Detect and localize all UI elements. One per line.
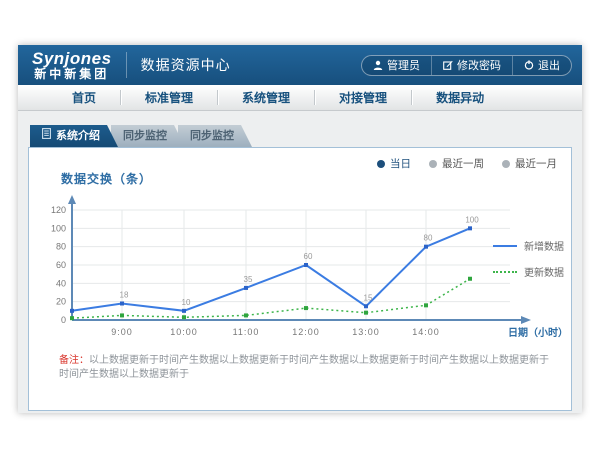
tab-bar: 系统介绍 同步监控 同步监控 — [30, 125, 572, 147]
nav-item-system-mgmt[interactable]: 系统管理 — [218, 85, 314, 110]
x-axis-title: 日期（小时） — [508, 326, 568, 339]
logo-company: 新中新集团 — [34, 68, 109, 81]
svg-text:0: 0 — [61, 315, 66, 325]
radio-dot-icon — [429, 160, 437, 168]
content-area: 系统介绍 同步监控 同步监控 当日 最近一周 最近一月 数据交 — [18, 111, 582, 413]
range-option-last-month-label: 最近一月 — [515, 156, 557, 171]
nav-item-home[interactable]: 首页 — [48, 85, 120, 110]
user-menu-change-password-label: 修改密码 — [457, 57, 501, 73]
range-option-today[interactable]: 当日 — [377, 156, 411, 171]
chart-grid — [72, 210, 510, 320]
main-nav: 首页 标准管理 系统管理 对接管理 数据异动 — [18, 85, 582, 111]
svg-text:9:00: 9:00 — [111, 327, 133, 337]
svg-text:100: 100 — [51, 223, 66, 233]
range-option-last-week-label: 最近一周 — [442, 156, 484, 171]
document-icon — [42, 125, 51, 147]
user-menu-change-password[interactable]: 修改密码 — [431, 56, 512, 75]
green-dotted-swatch-icon — [493, 271, 517, 273]
svg-text:40: 40 — [56, 278, 66, 288]
page-title: 数据资源中心 — [141, 55, 231, 75]
user-menu-logout-label: 退出 — [538, 57, 560, 73]
svg-text:20: 20 — [56, 297, 66, 307]
user-menu-logout[interactable]: 退出 — [512, 56, 571, 75]
legend-item-updated-data: 更新数据 — [493, 264, 564, 279]
logo: Synjones 新中新集团 — [32, 50, 112, 80]
app-window: Synjones 新中新集团 数据资源中心 管理员 修改密码 — [18, 45, 582, 413]
user-icon — [373, 60, 383, 70]
footer-note: 备注：以上数据更新于时间产生数据以上数据更新于时间产生数据以上数据更新于时间产生… — [59, 354, 551, 382]
tab-sync-monitor-2[interactable]: 同步监控 — [178, 125, 252, 147]
y-axis-tick-labels: 0 20 40 60 80 100 120 — [51, 205, 66, 325]
svg-text:10: 10 — [182, 298, 191, 307]
range-option-last-week[interactable]: 最近一周 — [429, 156, 484, 171]
x-axis-tick-labels: 9:00 10:00 11:00 12:00 13:00 14:00 — [111, 327, 440, 337]
svg-text:15: 15 — [364, 293, 373, 302]
chart-legend: 新增数据 更新数据 — [493, 238, 564, 279]
svg-text:13:00: 13:00 — [352, 327, 380, 337]
nav-item-data-change[interactable]: 数据异动 — [412, 85, 508, 110]
power-icon — [524, 60, 534, 70]
svg-text:80: 80 — [56, 242, 66, 252]
range-option-last-month[interactable]: 最近一月 — [502, 156, 557, 171]
tab-sync-monitor-1[interactable]: 同步监控 — [111, 125, 185, 147]
blue-line-swatch-icon — [493, 245, 517, 247]
svg-text:12:00: 12:00 — [292, 327, 320, 337]
footer-note-label: 备注： — [59, 355, 89, 366]
legend-updated-data-label: 更新数据 — [524, 264, 564, 279]
svg-text:11:00: 11:00 — [233, 327, 260, 337]
line-chart: 0 20 40 60 80 100 120 9:00 10:00 11:00 12:00 13:00 1… — [30, 188, 570, 346]
footer-note-text: 以上数据更新于时间产生数据以上数据更新于时间产生数据以上数据更新于时间产生数据以… — [59, 355, 549, 380]
radio-dot-icon — [377, 160, 385, 168]
svg-text:18: 18 — [120, 291, 129, 300]
legend-item-new-data: 新增数据 — [493, 238, 564, 253]
logo-brand: Synjones — [32, 50, 112, 68]
svg-text:10:00: 10:00 — [170, 327, 198, 337]
tab-system-intro-label: 系统介绍 — [56, 125, 100, 147]
range-option-today-label: 当日 — [390, 156, 411, 171]
radio-dot-icon — [502, 160, 510, 168]
tab-system-intro[interactable]: 系统介绍 — [30, 125, 118, 147]
chart-svg: 0 20 40 60 80 100 120 9:00 10:00 11:00 12:00 13:00 1… — [30, 188, 570, 346]
chart-panel: 当日 最近一周 最近一月 数据交换（条） 0 20 40 60 80 100 120 9:00… — [28, 147, 572, 411]
series-new-data: 18 10 35 60 15 80 100 — [70, 215, 479, 313]
nav-item-interface-mgmt[interactable]: 对接管理 — [315, 85, 411, 110]
svg-text:14:00: 14:00 — [412, 327, 440, 337]
svg-text:60: 60 — [56, 260, 66, 270]
chart-y-axis-title: 数据交换（条） — [61, 170, 152, 187]
svg-text:60: 60 — [304, 252, 313, 261]
svg-text:80: 80 — [424, 234, 433, 243]
svg-text:100: 100 — [465, 215, 479, 224]
svg-text:35: 35 — [244, 275, 253, 284]
user-menu-admin[interactable]: 管理员 — [362, 56, 431, 75]
header-divider — [126, 52, 127, 78]
header: Synjones 新中新集团 数据资源中心 管理员 修改密码 — [18, 45, 582, 85]
user-menu-admin-label: 管理员 — [387, 57, 420, 73]
user-menu: 管理员 修改密码 退出 — [361, 55, 572, 76]
legend-new-data-label: 新增数据 — [524, 238, 564, 253]
edit-icon — [443, 60, 453, 70]
range-selector: 当日 最近一周 最近一月 — [377, 156, 557, 171]
svg-text:120: 120 — [51, 205, 66, 215]
nav-item-standard-mgmt[interactable]: 标准管理 — [121, 85, 217, 110]
